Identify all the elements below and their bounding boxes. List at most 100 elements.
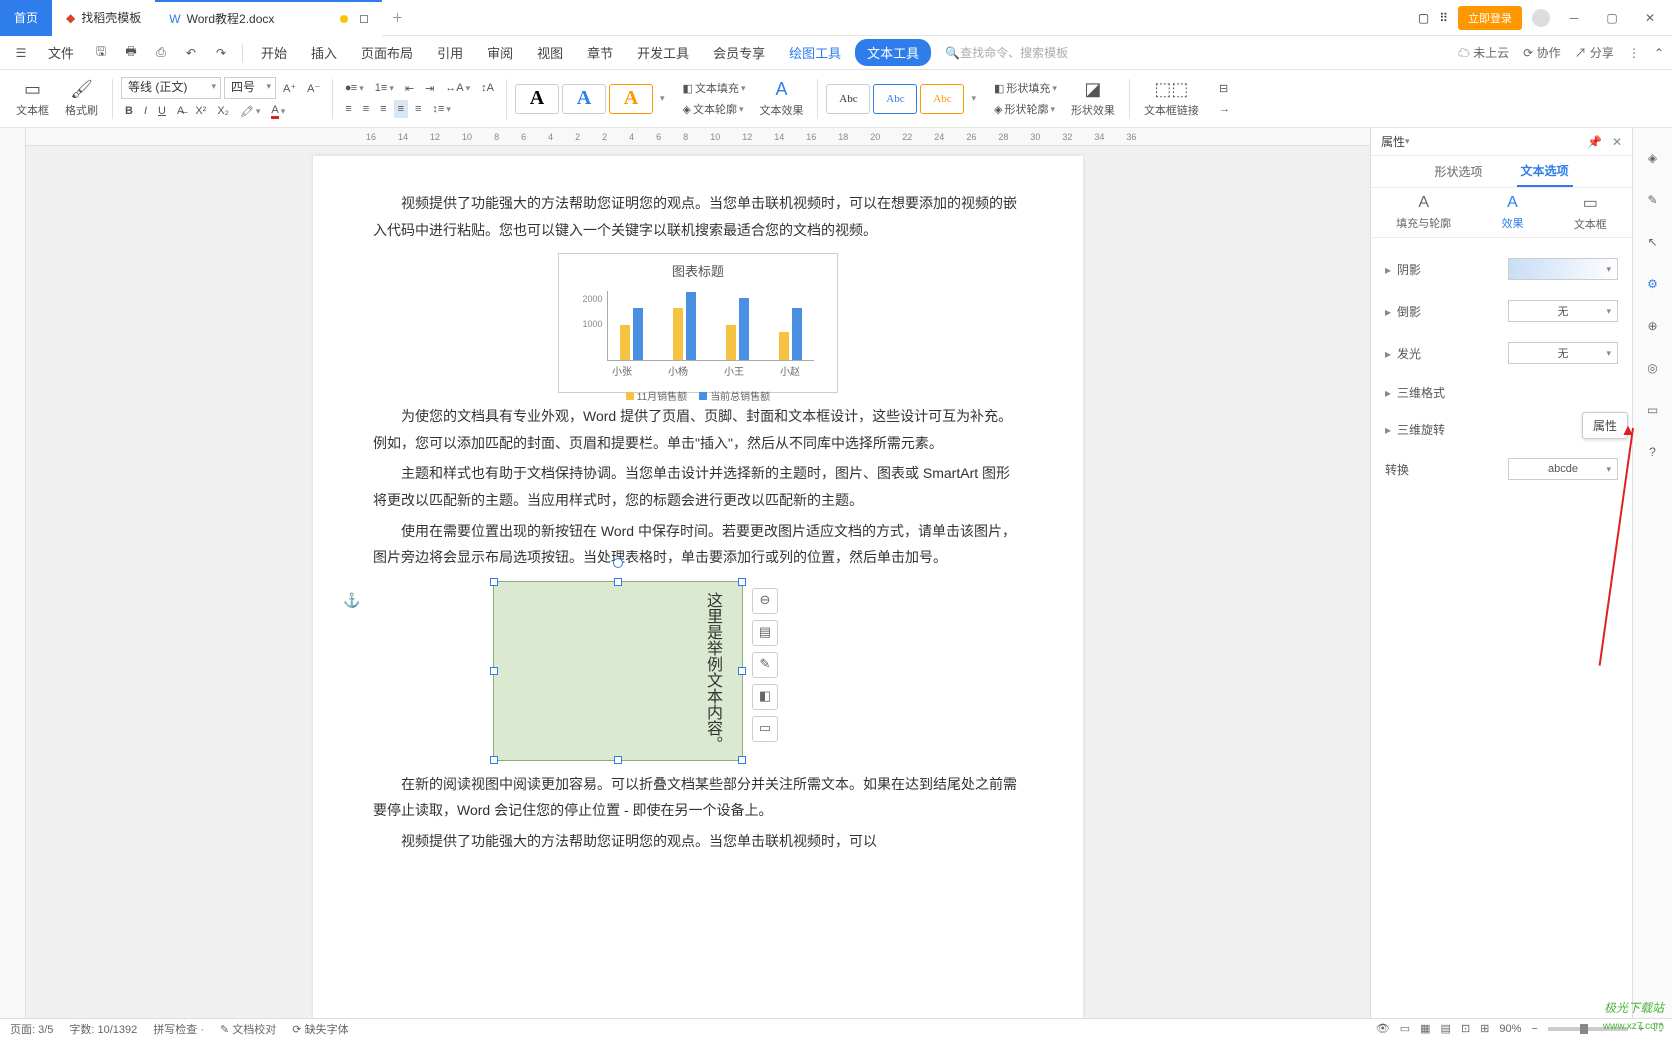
minimize-button[interactable]: ─	[1560, 4, 1588, 32]
resize-handle[interactable]	[738, 578, 746, 586]
tab-add[interactable]: ＋	[382, 0, 412, 36]
print-icon[interactable]: 🖶	[118, 40, 144, 66]
subtab-fill[interactable]: A填充与轮廓	[1396, 194, 1451, 231]
status-font[interactable]: ⟳ 缺失字体	[292, 1021, 348, 1037]
highlight-icon[interactable]: 🖍▾	[236, 102, 265, 120]
zoom-value[interactable]: 90%	[1499, 1023, 1521, 1035]
tab-text-options[interactable]: 文本选项	[1517, 156, 1573, 187]
shape-fill-button[interactable]: ◧ 形状填充▾	[990, 79, 1061, 97]
shape-preset-3[interactable]: Abc	[920, 84, 964, 114]
size-select[interactable]: 四号	[224, 77, 276, 99]
align-dist-icon[interactable]: ≡	[411, 100, 425, 118]
font-color-icon[interactable]: A▾	[267, 102, 289, 120]
collab-button[interactable]: ⟳ 协作	[1523, 44, 1560, 61]
text-fill-button[interactable]: ◧ 文本填充▾	[679, 79, 750, 97]
align-justify-icon[interactable]: ≡	[394, 100, 408, 118]
command-search[interactable]: 🔍 查找命令、搜索模板	[945, 44, 1068, 61]
italic-icon[interactable]: I	[140, 102, 151, 120]
more-icon[interactable]: ⋮	[1628, 46, 1640, 60]
undo-icon[interactable]: ↶	[178, 40, 204, 66]
rotate-handle[interactable]	[613, 558, 623, 568]
shape-preset-2[interactable]: Abc	[873, 84, 917, 114]
menu-dev[interactable]: 开发工具	[627, 37, 699, 68]
row-3d[interactable]: ▸三维格式	[1385, 374, 1618, 411]
resize-handle[interactable]	[738, 667, 746, 675]
menu-insert[interactable]: 插入	[301, 37, 347, 68]
rail-book-icon[interactable]: ▭	[1643, 400, 1663, 420]
bullet-list-icon[interactable]: ⦁≡▾	[341, 79, 367, 97]
menu-section[interactable]: 章节	[577, 37, 623, 68]
style-preset-3[interactable]: A	[609, 84, 653, 114]
shadow-select[interactable]	[1508, 258, 1618, 280]
number-list-icon[interactable]: 1≡▾	[371, 79, 398, 97]
char-scale-icon[interactable]: ↔A▾	[441, 79, 474, 97]
menu-texttools[interactable]: 文本工具	[855, 39, 931, 66]
underline-icon[interactable]: U	[154, 102, 170, 120]
textbox-button[interactable]: ▭文本框	[10, 77, 55, 120]
menu-start[interactable]: 开始	[251, 37, 297, 68]
share-button[interactable]: ↗ 分享	[1575, 44, 1614, 61]
menu-ref[interactable]: 引用	[427, 37, 473, 68]
maximize-button[interactable]: ▢	[1598, 4, 1626, 32]
float-more-icon[interactable]: ▭	[752, 716, 778, 742]
zoom-out-icon[interactable]: −	[1531, 1023, 1537, 1035]
align-left-icon[interactable]: ≡	[341, 100, 355, 118]
view-read-icon[interactable]: 👁	[1376, 1022, 1390, 1035]
tab-document[interactable]: WWord教程2.docx	[155, 0, 382, 36]
grow-font-icon[interactable]: A⁺	[279, 79, 300, 97]
row-shadow[interactable]: ▸阴影	[1385, 248, 1618, 290]
subtab-textbox[interactable]: ▭文本框	[1574, 193, 1607, 232]
file-menu[interactable]: 文件	[38, 37, 84, 68]
style-preset-2[interactable]: A	[562, 84, 606, 114]
menu-vip[interactable]: 会员专享	[703, 37, 775, 68]
indent-dec-icon[interactable]: ⇤	[401, 79, 418, 97]
tab-shape-options[interactable]: 形状选项	[1430, 157, 1486, 186]
float-collapse-icon[interactable]: ⊖	[752, 588, 778, 614]
rail-style-icon[interactable]: ✎	[1643, 190, 1663, 210]
redo-icon[interactable]: ↷	[208, 40, 234, 66]
row-glow[interactable]: ▸发光无	[1385, 332, 1618, 374]
line-spacing-icon[interactable]: ↕≡▾	[428, 100, 454, 118]
login-button[interactable]: 立即登录	[1458, 6, 1522, 30]
textbox-content[interactable]: 这里是举例文本内容。	[697, 592, 726, 752]
layout-icon[interactable]: ▢	[1418, 11, 1429, 25]
rail-properties-icon[interactable]: ⚙	[1643, 274, 1663, 294]
strike-icon[interactable]: A̶	[173, 102, 188, 120]
textbox-link-button[interactable]: ⬚⬚文本框链接	[1138, 77, 1205, 120]
text-effects-button[interactable]: A文本效果	[753, 77, 809, 120]
float-edit-icon[interactable]: ✎	[752, 652, 778, 678]
font-select[interactable]: 等线 (正文)	[121, 77, 221, 99]
float-layout-icon[interactable]: ▤	[752, 620, 778, 646]
format-brush-button[interactable]: 🖌格式刷	[59, 77, 104, 120]
view-web-icon[interactable]: ▦	[1420, 1022, 1430, 1035]
subtab-effect[interactable]: A效果	[1501, 194, 1523, 231]
panel-pin-icon[interactable]: 📌	[1587, 135, 1602, 149]
selected-textbox[interactable]: 这里是举例文本内容。 ⊖ ▤ ✎ ◧ ▭	[493, 581, 743, 761]
cloud-status[interactable]: ☁ 未上云	[1458, 44, 1509, 61]
subscript-icon[interactable]: X₂	[213, 102, 233, 120]
align-center-icon[interactable]: ≡	[359, 100, 373, 118]
text-outline-button[interactable]: ◈ 文本轮廓▾	[679, 100, 750, 118]
collapse-ribbon-icon[interactable]: ⌃	[1654, 46, 1664, 60]
resize-handle[interactable]	[490, 756, 498, 764]
menu-icon[interactable]: ☰	[8, 40, 34, 66]
text-direction-icon[interactable]: ↕A	[477, 79, 498, 97]
align-right-icon[interactable]: ≡	[376, 100, 390, 118]
status-page[interactable]: 页面: 3/5	[10, 1021, 53, 1037]
chart[interactable]: 图表标题 20001000 小张小杨 小王小赵 11月销售额 当前总销售额	[558, 253, 838, 393]
apps-icon[interactable]: ⠿	[1439, 11, 1448, 25]
close-button[interactable]: ✕	[1636, 4, 1664, 32]
resize-handle[interactable]	[490, 667, 498, 675]
avatar-icon[interactable]	[1532, 9, 1550, 27]
tab-pin[interactable]	[360, 15, 368, 23]
bold-icon[interactable]: B	[121, 102, 137, 120]
shrink-font-icon[interactable]: A⁻	[303, 79, 324, 97]
shape-effects-button[interactable]: ◪形状效果	[1065, 77, 1121, 120]
tab-templates[interactable]: ◆找稻壳模板	[52, 0, 155, 36]
row-transform[interactable]: 转换abcde	[1385, 448, 1618, 490]
glow-select[interactable]: 无	[1508, 342, 1618, 364]
row-reflect[interactable]: ▸倒影无	[1385, 290, 1618, 332]
reflect-select[interactable]: 无	[1508, 300, 1618, 322]
float-fill-icon[interactable]: ◧	[752, 684, 778, 710]
menu-layout[interactable]: 页面布局	[351, 37, 423, 68]
